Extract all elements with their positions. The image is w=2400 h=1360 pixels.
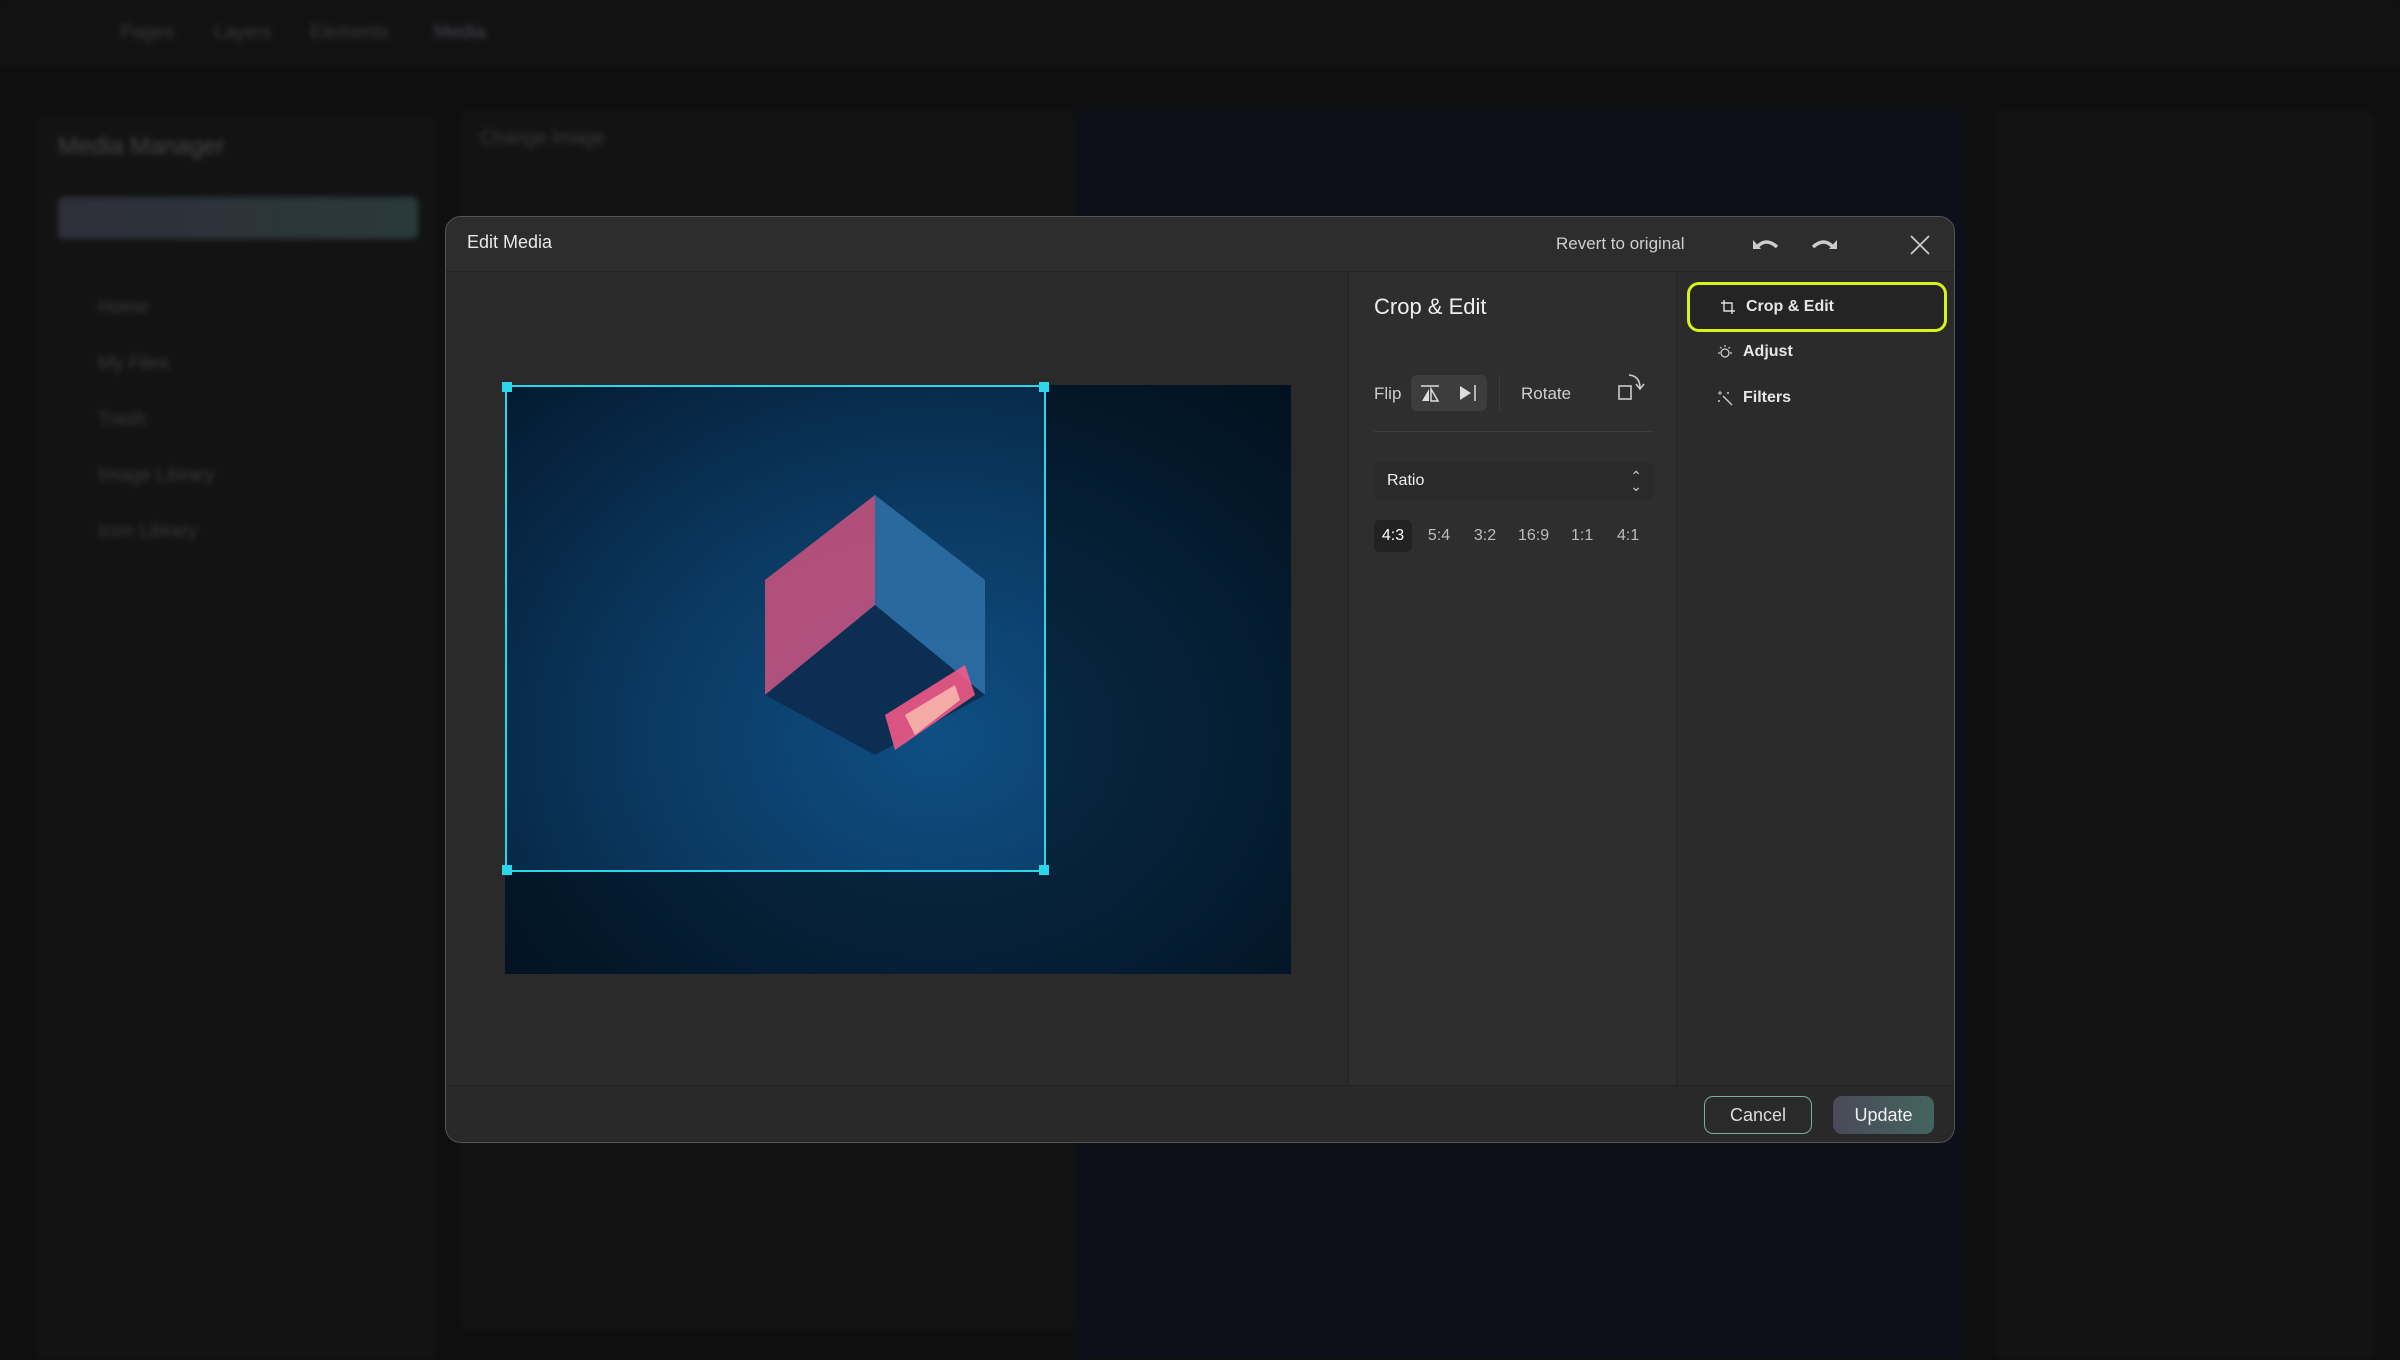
ratio-option-4-3[interactable]: 4:3	[1374, 520, 1412, 552]
flip-label: Flip	[1374, 384, 1402, 403]
ratio-option-4-1[interactable]: 4:1	[1609, 520, 1647, 552]
image-canvas	[446, 272, 1348, 1085]
tool-navigation: Crop & Edit Adjust Filters	[1677, 272, 1954, 1085]
top-bar: Pages Layers Elements Media	[0, 0, 2400, 66]
nav-pages: Pages	[120, 22, 174, 43]
crop-edit-panel: Crop & Edit Flip Rotate Ratio ⌃ ⌄ 4:3 5:4…	[1348, 272, 1677, 1085]
crop-edit-heading: Crop & Edit	[1374, 294, 1487, 319]
crop-selection-box[interactable]	[502, 382, 1049, 875]
sidebar-home: Home	[98, 297, 149, 318]
tool-label: Crop & Edit	[1746, 298, 1834, 315]
rotate-button[interactable]	[1616, 372, 1648, 409]
flip-vertical-button[interactable]	[1449, 375, 1487, 411]
media-manager-title: Media Manager	[58, 133, 225, 160]
ratio-select[interactable]: Ratio ⌃ ⌄	[1374, 462, 1654, 500]
close-button[interactable]	[1902, 227, 1938, 263]
ratio-options: 4:3 5:4 3:2 16:9 1:1 4:1	[1374, 520, 1647, 552]
change-image-title: Change Image	[480, 128, 605, 149]
ratio-select-label: Ratio	[1387, 472, 1425, 489]
tool-label: Filters	[1743, 389, 1792, 406]
redo-button[interactable]	[1806, 227, 1842, 263]
ratio-option-5-4[interactable]: 5:4	[1420, 520, 1458, 552]
tool-adjust[interactable]: Adjust	[1687, 327, 1947, 377]
rotate-icon	[1618, 374, 1645, 400]
crop-icon	[1721, 300, 1735, 314]
tool-crop-edit[interactable]: Crop & Edit	[1687, 282, 1947, 332]
nav-elements: Elements	[310, 22, 390, 43]
nav-layers: Layers	[214, 22, 272, 43]
update-button[interactable]: Update	[1833, 1096, 1934, 1134]
flip-vertical-icon	[1460, 385, 1476, 401]
sidebar-trash: Trash	[98, 409, 146, 430]
revert-to-original-button[interactable]: Revert to original	[1556, 234, 1685, 254]
tool-label: Adjust	[1743, 343, 1793, 360]
media-manager-panel: Media Manager Home My Files Trash Image …	[36, 115, 436, 1360]
rotate-label: Rotate	[1521, 384, 1572, 403]
tool-filters[interactable]: Filters	[1687, 373, 1947, 423]
chevron-up-down-icon: ⌃ ⌄	[1630, 468, 1642, 494]
nav-media: Media	[434, 22, 486, 43]
redo-icon	[1811, 240, 1837, 249]
magic-wand-icon	[1718, 391, 1733, 406]
sun-icon	[1718, 345, 1732, 358]
crop-handle-top-left[interactable]	[502, 382, 512, 392]
cancel-button[interactable]: Cancel	[1704, 1096, 1812, 1134]
edit-media-modal: Edit Media Revert to original Crop & Edi…	[445, 216, 1955, 1143]
crop-handle-top-right[interactable]	[1039, 382, 1049, 392]
flip-button-group	[1411, 375, 1487, 411]
undo-icon	[1753, 240, 1779, 249]
modal-title: Edit Media	[467, 232, 553, 252]
ratio-option-3-2[interactable]: 3:2	[1466, 520, 1504, 552]
sidebar-my-files: My Files	[98, 353, 169, 374]
properties-panel	[1995, 110, 2375, 1360]
undo-button[interactable]	[1748, 227, 1784, 263]
close-icon	[1910, 235, 1930, 255]
ratio-option-1-1[interactable]: 1:1	[1563, 520, 1601, 552]
flip-horizontal-button[interactable]	[1411, 375, 1449, 411]
flip-horizontal-icon	[1421, 385, 1440, 402]
modal-footer: Cancel Update	[446, 1085, 1954, 1142]
ratio-option-16-9[interactable]: 16:9	[1512, 520, 1555, 552]
modal-header: Edit Media Revert to original	[446, 217, 1954, 272]
sidebar-icon-library: Icon Library	[98, 521, 198, 542]
crop-handle-bottom-right[interactable]	[1039, 865, 1049, 875]
sidebar-image-library: Image Library	[98, 465, 215, 486]
crop-handle-bottom-left[interactable]	[502, 865, 512, 875]
